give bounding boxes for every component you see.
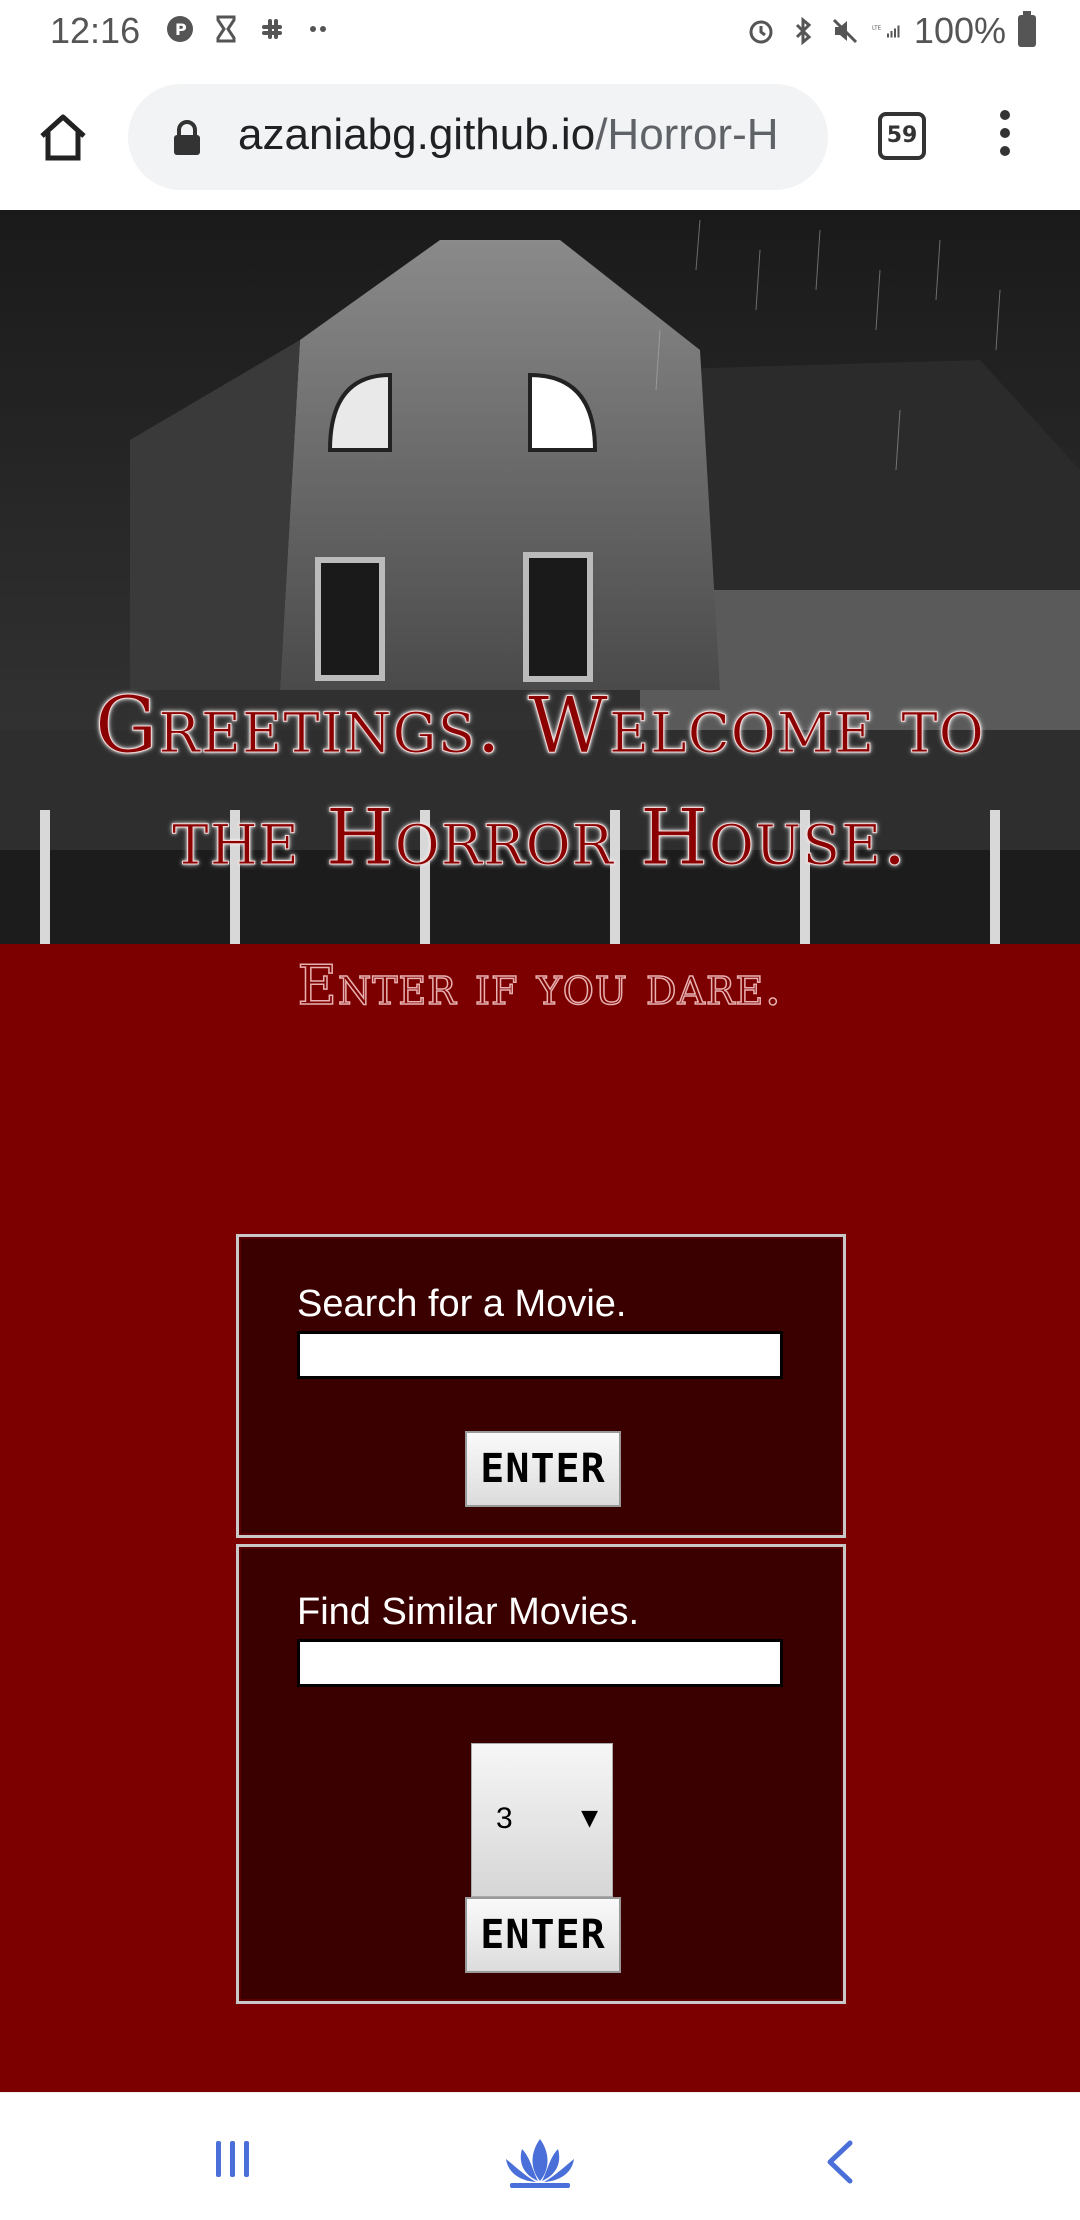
lock-icon: [174, 120, 200, 155]
tagline: Enter if you dare.: [297, 953, 783, 1018]
slack-icon: [262, 19, 282, 39]
mute-icon: [832, 18, 857, 44]
lotus-home-icon[interactable]: [500, 2135, 580, 2191]
hero-title-line-2: the Horror House.: [172, 793, 908, 884]
url-text: azaniabg.github.io/Horror-H: [238, 110, 779, 160]
select-value: 3: [496, 1802, 513, 1835]
search-movie-label: Search for a Movie.: [297, 1283, 627, 1325]
browser-toolbar: azaniabg.github.io/Horror-H 59: [0, 66, 1080, 210]
alarm-icon: [749, 20, 773, 44]
lte-signal-icon: LTE: [872, 25, 900, 38]
battery-percent: 100%: [913, 10, 1006, 51]
search-movie-panel: Search for a Movie. ENTER: [236, 1234, 846, 1538]
tab-switcher-button[interactable]: 59: [878, 112, 926, 160]
address-bar[interactable]: azaniabg.github.io/Horror-H: [128, 84, 828, 190]
hero-title-line-1: Greetings. Welcome to: [95, 681, 985, 772]
similar-movies-panel: Find Similar Movies. 3 ▼ ENTER: [236, 1544, 846, 2004]
similar-movies-input[interactable]: [297, 1639, 783, 1687]
svg-text:LTE: LTE: [872, 26, 882, 32]
url-path: /Horror-H: [595, 110, 779, 159]
more-notifications-icon: [310, 26, 326, 32]
recents-icon[interactable]: [216, 2141, 260, 2181]
status-notification-icons: P: [165, 14, 333, 44]
svg-text:P: P: [175, 20, 187, 39]
status-time: 12:16: [50, 10, 141, 51]
dropdown-arrow-icon: ▼: [581, 1806, 598, 1831]
url-domain: azaniabg.github.io: [238, 110, 596, 159]
system-nav-bar: [0, 2092, 1080, 2220]
search-movie-input[interactable]: [297, 1331, 783, 1379]
more-vert-icon[interactable]: [990, 110, 1020, 166]
main-content: Enter if you dare. Search for a Movie. E…: [0, 944, 1080, 2092]
status-bar: 12:16 P LTE 100%: [0, 0, 1080, 66]
hero-title: Greetings. Welcome to the Horror House.: [0, 670, 1080, 894]
battery-icon: [1018, 11, 1036, 47]
result-count-select[interactable]: 3 ▼: [471, 1743, 613, 1897]
p-app-icon: P: [167, 16, 193, 42]
bluetooth-icon: [795, 16, 812, 46]
status-right-icons: LTE 100%: [746, 10, 1036, 52]
similar-movies-label: Find Similar Movies.: [297, 1591, 640, 1633]
hero-banner: Greetings. Welcome to the Horror House.: [0, 210, 1080, 944]
similar-enter-button[interactable]: ENTER: [465, 1897, 621, 1973]
home-icon[interactable]: [36, 110, 90, 164]
hourglass-icon: [216, 15, 236, 43]
back-icon[interactable]: [820, 2137, 860, 2187]
search-enter-button[interactable]: ENTER: [465, 1431, 621, 1507]
